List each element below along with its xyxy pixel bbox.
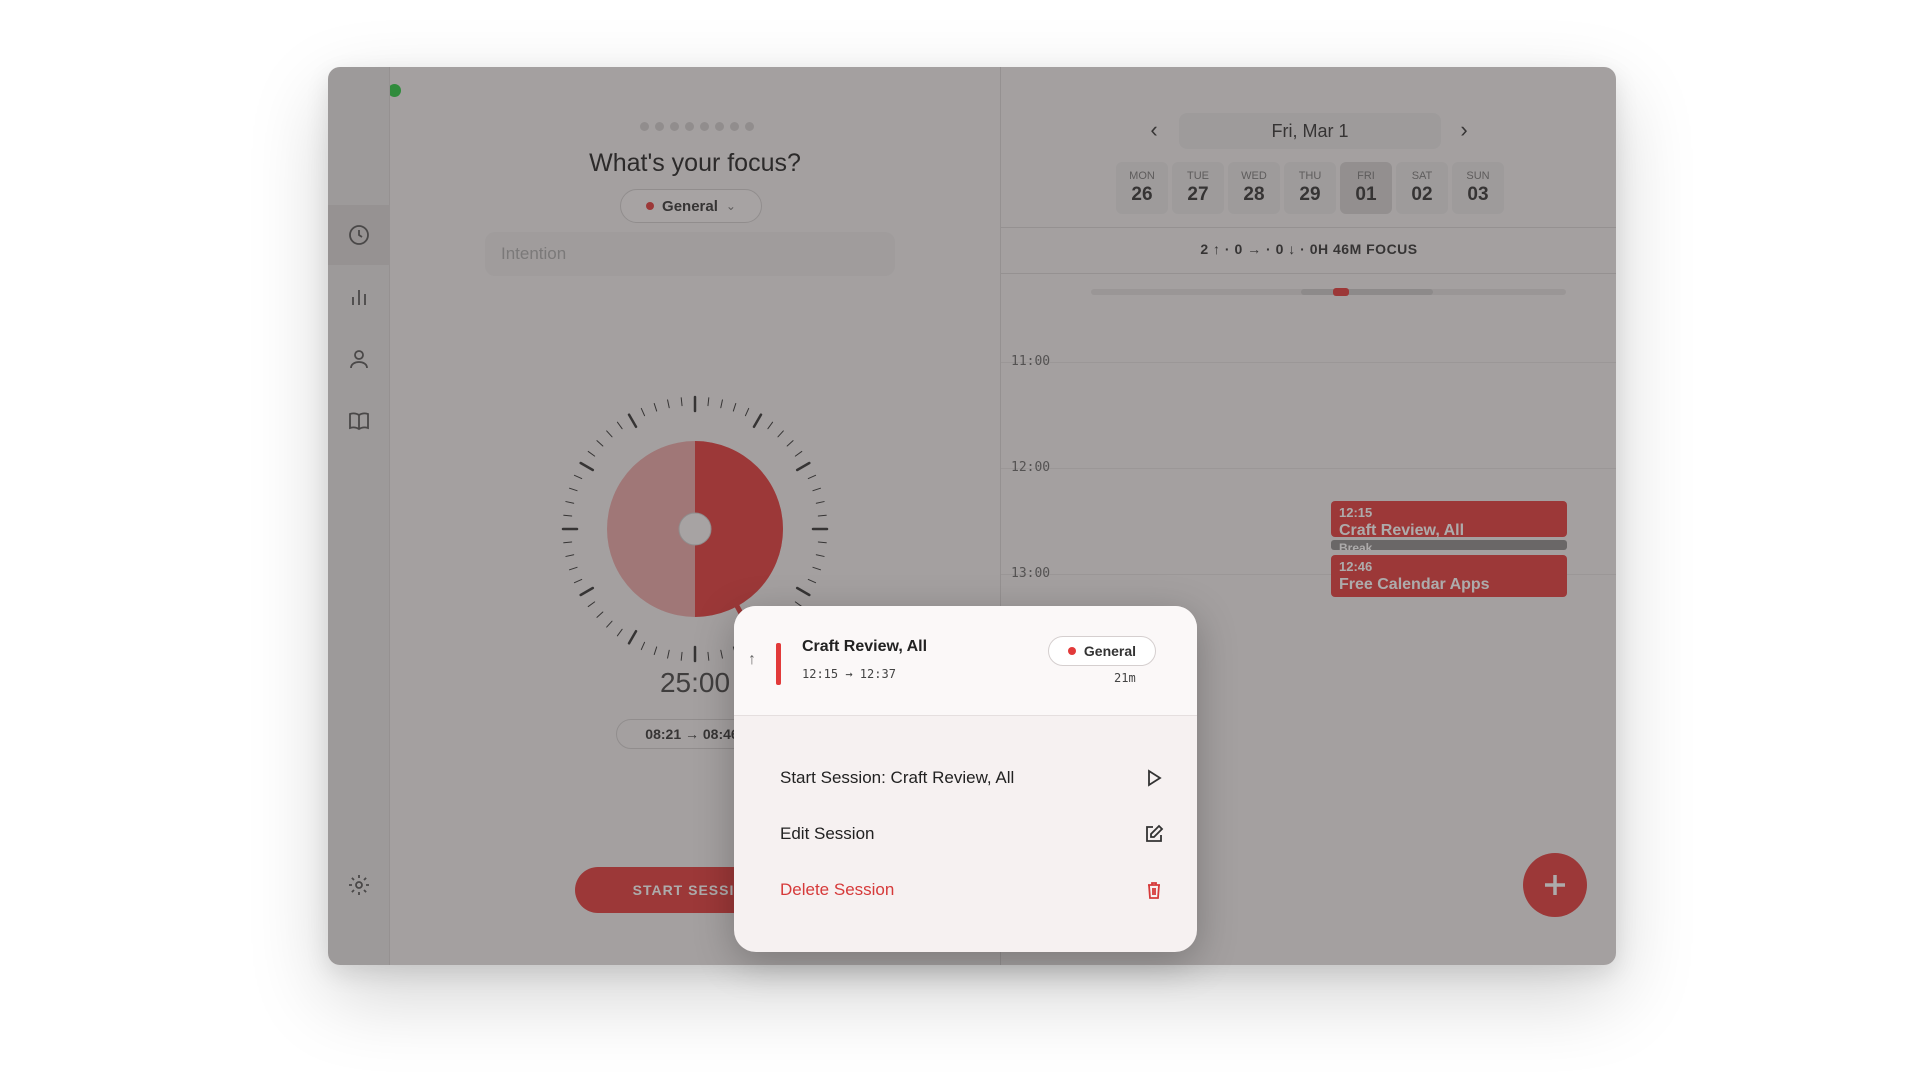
session-duration: 21m <box>1114 671 1136 685</box>
arrow-up-icon: ↑ <box>748 651 756 668</box>
trash-icon <box>1148 882 1160 899</box>
session-category-badge: General <box>1048 636 1156 666</box>
category-dot <box>1067 647 1076 655</box>
start-session-menu-item[interactable]: Start Session: Craft Review, All <box>780 758 1164 798</box>
delete-session-menu-item[interactable]: Delete Session <box>780 870 1164 910</box>
edit-session-menu-item[interactable]: Edit Session <box>780 814 1164 854</box>
session-time: 12:15 → 12:37 <box>802 667 896 681</box>
session-title: Craft Review, All <box>802 638 928 655</box>
edit-icon <box>1146 824 1164 842</box>
session-color-bar <box>776 643 781 685</box>
session-summary: ↑ Craft Review, All 12:15 → 12:37 Genera… <box>734 606 1197 716</box>
play-icon <box>1148 769 1162 787</box>
session-context-menu: ↑ Craft Review, All 12:15 → 12:37 Genera… <box>734 606 1197 952</box>
